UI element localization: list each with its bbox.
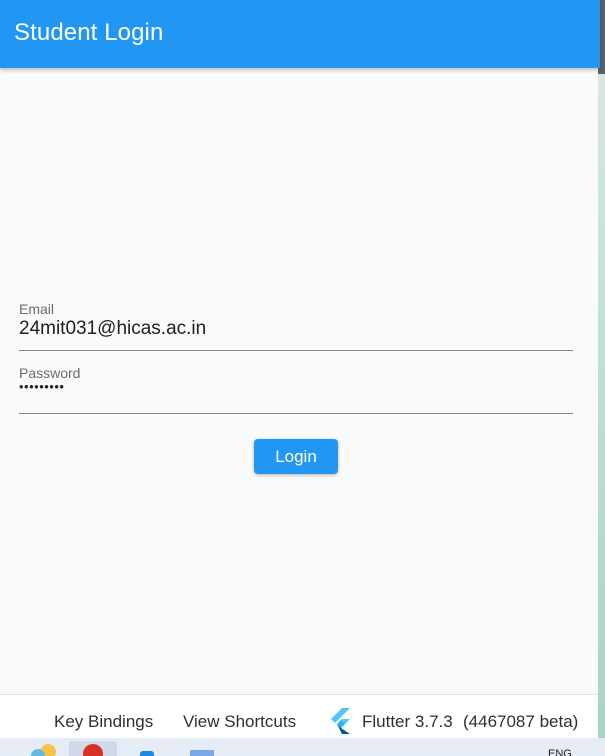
taskbar-active-app[interactable]: [69, 741, 117, 756]
taskbar: ENG: [0, 738, 605, 756]
chrome-icon: [83, 744, 103, 756]
email-value[interactable]: 24mit031@hicas.ac.in: [19, 318, 206, 340]
app-bar: Student Login: [0, 0, 600, 68]
flutter-inspector-bar: Key Bindings View Shortcuts Flutter 3.7.…: [0, 694, 598, 739]
email-field[interactable]: Email 24mit031@hicas.ac.in: [19, 300, 573, 352]
window-edge: [598, 0, 605, 738]
language-indicator[interactable]: ENG: [548, 748, 572, 756]
flutter-build: (4467087 beta): [463, 712, 579, 731]
email-label: Email: [19, 301, 55, 317]
email-underline: [19, 350, 573, 351]
key-bindings-link[interactable]: Key Bindings: [54, 712, 153, 732]
password-value[interactable]: •••••••••: [19, 379, 64, 394]
flutter-logo-icon: [331, 708, 350, 734]
page-title: Student Login: [14, 19, 164, 46]
edge-icon[interactable]: [138, 749, 158, 756]
view-shortcuts-link[interactable]: View Shortcuts: [183, 712, 296, 732]
file-explorer-icon[interactable]: [188, 748, 218, 756]
weather-icon[interactable]: [26, 742, 60, 756]
login-button[interactable]: Login: [254, 439, 338, 474]
flutter-version: Flutter 3.7.3: [362, 712, 453, 731]
password-underline: [19, 413, 573, 414]
password-field[interactable]: Password •••••••••: [19, 364, 573, 416]
